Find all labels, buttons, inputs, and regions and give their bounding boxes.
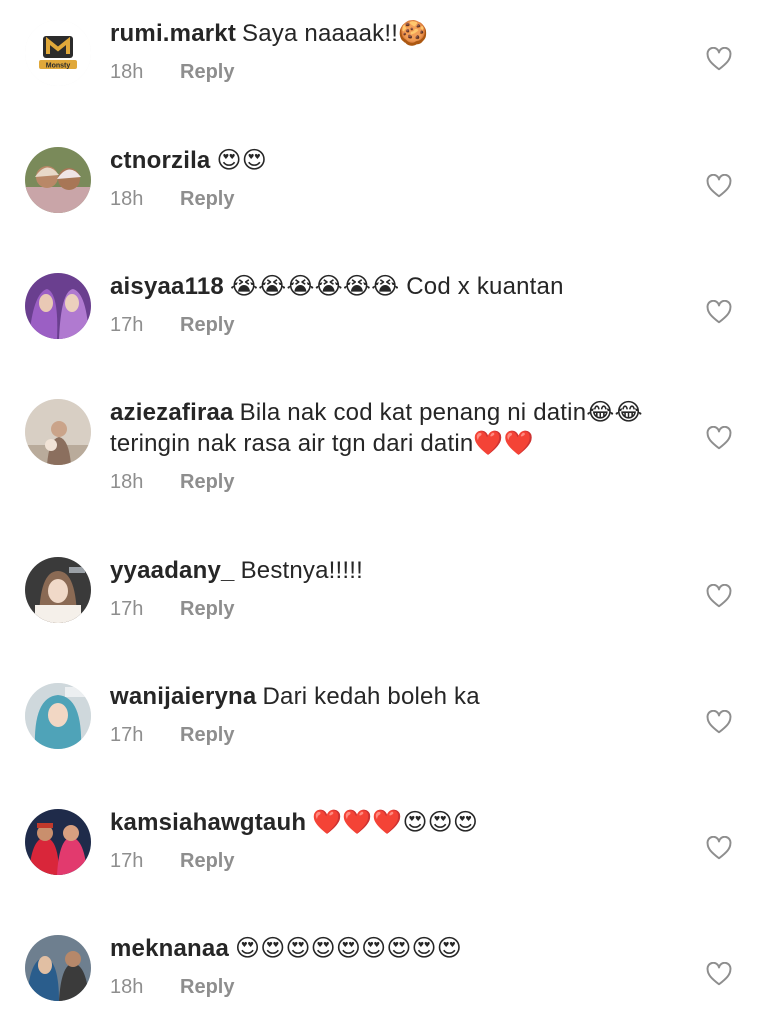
reply-button[interactable]: Reply <box>180 188 234 211</box>
like-heart-icon[interactable] <box>706 836 732 860</box>
comment-username[interactable]: aisyaa118 <box>110 273 224 300</box>
like-heart-icon[interactable] <box>706 300 732 324</box>
avatar[interactable] <box>25 147 91 213</box>
comment-time: 18h <box>110 188 144 210</box>
avatar-logo-text: Monsty <box>46 63 71 70</box>
avatar[interactable] <box>25 273 91 339</box>
like-heart-icon[interactable] <box>706 426 732 450</box>
avatar[interactable] <box>25 935 91 1001</box>
comment-username[interactable]: rumi.markt <box>110 20 236 47</box>
comment-body: kamsiahawgtauh ❤️❤️❤️😍😍😍 17h Reply <box>110 807 687 873</box>
like-heart-icon[interactable] <box>706 584 732 608</box>
reply-button[interactable]: Reply <box>180 976 234 999</box>
like-heart-icon[interactable] <box>706 710 732 734</box>
comment-text: 😭😭😭😭😭😭 Cod x kuantan <box>229 273 564 300</box>
comment-username[interactable]: kamsiahawgtauh <box>110 809 306 836</box>
avatar[interactable] <box>25 683 91 749</box>
comment-time: 17h <box>110 314 144 336</box>
comment-body: ctnorzila 😍😍 18h Reply <box>110 145 687 211</box>
like-heart-icon[interactable] <box>706 962 732 986</box>
comment-username[interactable]: yyaadany_ <box>110 557 235 584</box>
comment-username[interactable]: aziezafiraa <box>110 399 234 426</box>
reply-button[interactable]: Reply <box>180 61 234 84</box>
comment-time: 17h <box>110 598 144 620</box>
comment-username[interactable]: ctnorzila <box>110 147 210 174</box>
comment-body: meknanaa 😍😍😍😍😍😍😍😍😍 18h Reply <box>110 933 687 999</box>
comment-username[interactable]: meknanaa <box>110 935 229 962</box>
comment-text: 😍😍 <box>216 147 267 174</box>
comment-text: 😍😍😍😍😍😍😍😍😍 <box>235 935 462 962</box>
comment-time: 18h <box>110 471 144 493</box>
comment-text: ❤️❤️❤️😍😍😍 <box>312 809 479 836</box>
comment-time: 18h <box>110 61 144 83</box>
comment-text: Dari kedah boleh ka <box>262 683 480 710</box>
comment-text: Bestnya!!!!! <box>240 557 364 584</box>
like-heart-icon[interactable] <box>706 47 732 71</box>
reply-button[interactable]: Reply <box>180 724 234 747</box>
comment-body: aisyaa118 😭😭😭😭😭😭 Cod x kuantan 17h Reply <box>110 271 687 337</box>
comment-time: 17h <box>110 850 144 872</box>
comment-body: wanijaieryna Dari kedah boleh ka 17h Reply <box>110 681 687 747</box>
comment-body: yyaadany_ Bestnya!!!!! 17h Reply <box>110 555 687 621</box>
reply-button[interactable]: Reply <box>180 598 234 621</box>
avatar[interactable] <box>25 557 91 623</box>
avatar[interactable] <box>25 809 91 875</box>
avatar[interactable]: Monsty <box>25 20 91 86</box>
reply-button[interactable]: Reply <box>180 850 234 873</box>
comment-text: Saya naaaak!!🍪 <box>242 20 429 47</box>
comment-username[interactable]: wanijaieryna <box>110 683 256 710</box>
comment-body: aziezafiraa Bila nak cod kat penang ni da… <box>110 397 687 494</box>
comment-body: rumi.markt Saya naaaak!!🍪 18h Reply <box>110 18 687 84</box>
comment-time: 18h <box>110 976 144 998</box>
reply-button[interactable]: Reply <box>180 471 234 494</box>
reply-button[interactable]: Reply <box>180 314 234 337</box>
comments-list: Monsty rumi.markt Saya naaaak!!🍪 18h Reply… <box>0 0 777 1024</box>
comment-time: 17h <box>110 724 144 746</box>
like-heart-icon[interactable] <box>706 174 732 198</box>
avatar[interactable] <box>25 399 91 465</box>
